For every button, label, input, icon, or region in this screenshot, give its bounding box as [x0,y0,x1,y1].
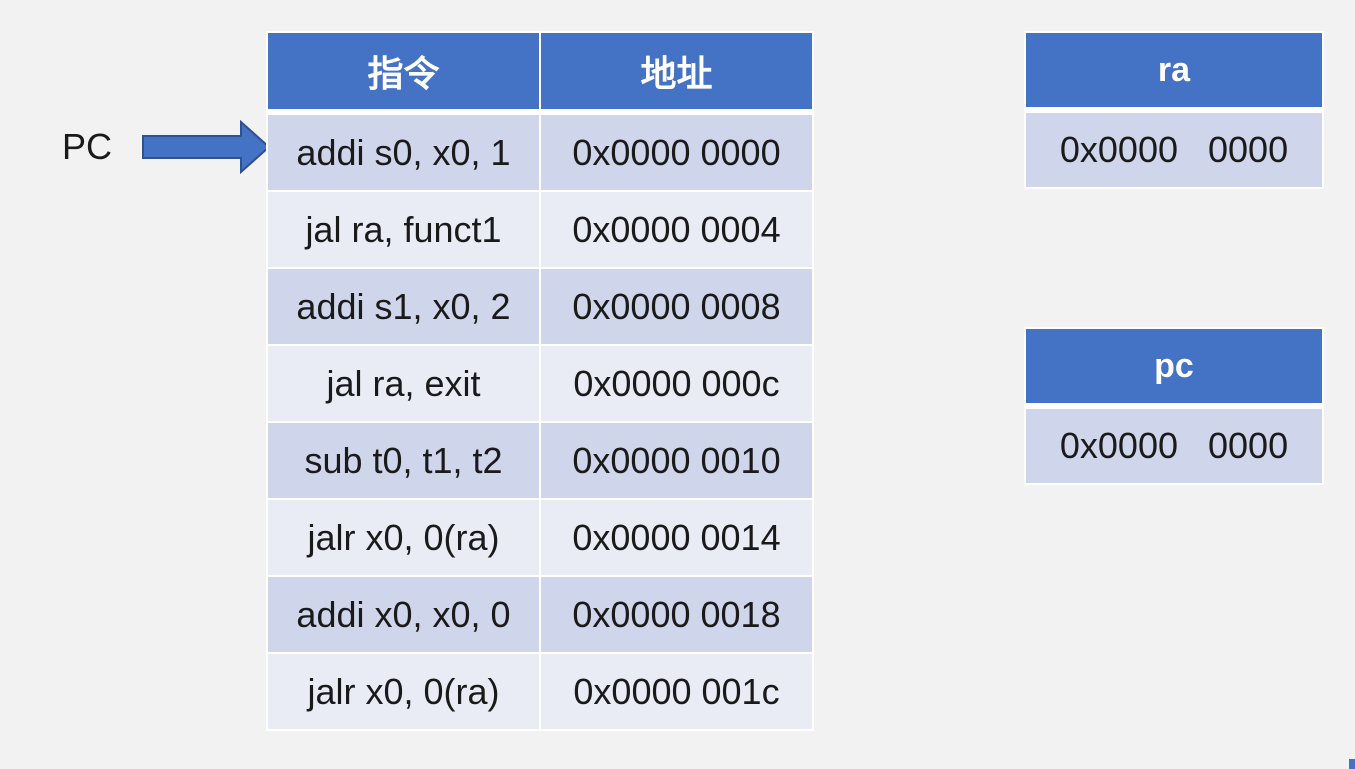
right-arrow-icon [142,120,271,174]
ra-register-value: 0x0000 0000 [1024,109,1324,189]
instruction-table: 指令 地址 addi s0, x0, 1 0x0000 0000 jal ra,… [266,31,814,731]
pc-register-value: 0x0000 0000 [1024,405,1324,485]
table-row: jalr x0, 0(ra) 0x0000 0014 [266,498,814,577]
table-row: jalr x0, 0(ra) 0x0000 001c [266,652,814,731]
table-header-row: 指令 地址 [266,31,814,115]
table-row: jal ra, funct1 0x0000 0004 [266,190,814,269]
address-cell: 0x0000 0010 [539,421,814,500]
table-row: sub t0, t1, t2 0x0000 0010 [266,421,814,500]
address-cell: 0x0000 0004 [539,190,814,269]
address-cell: 0x0000 0000 [539,111,814,192]
ra-register-box: ra 0x0000 0000 [1024,31,1324,189]
corner-decoration [1349,759,1355,769]
instruction-cell: addi s0, x0, 1 [266,111,541,192]
instruction-column-header: 指令 [266,31,541,115]
pc-register-name: pc [1024,327,1324,409]
ra-register-name: ra [1024,31,1324,113]
instruction-cell: sub t0, t1, t2 [266,421,541,500]
instruction-cell: addi x0, x0, 0 [266,575,541,654]
address-cell: 0x0000 0014 [539,498,814,577]
address-cell: 0x0000 001c [539,652,814,731]
table-row: jal ra, exit 0x0000 000c [266,344,814,423]
address-cell: 0x0000 0018 [539,575,814,654]
instruction-cell: jalr x0, 0(ra) [266,498,541,577]
pc-pointer-label: PC [62,126,113,167]
table-row: addi s0, x0, 1 0x0000 0000 [266,111,814,192]
address-cell: 0x0000 0008 [539,267,814,346]
instruction-cell: addi s1, x0, 2 [266,267,541,346]
instruction-cell: jal ra, exit [266,344,541,423]
address-column-header: 地址 [539,31,814,115]
instruction-cell: jalr x0, 0(ra) [266,652,541,731]
instruction-cell: jal ra, funct1 [266,190,541,269]
address-cell: 0x0000 000c [539,344,814,423]
table-row: addi s1, x0, 2 0x0000 0008 [266,267,814,346]
pc-register-box: pc 0x0000 0000 [1024,327,1324,485]
table-row: addi x0, x0, 0 0x0000 0018 [266,575,814,654]
